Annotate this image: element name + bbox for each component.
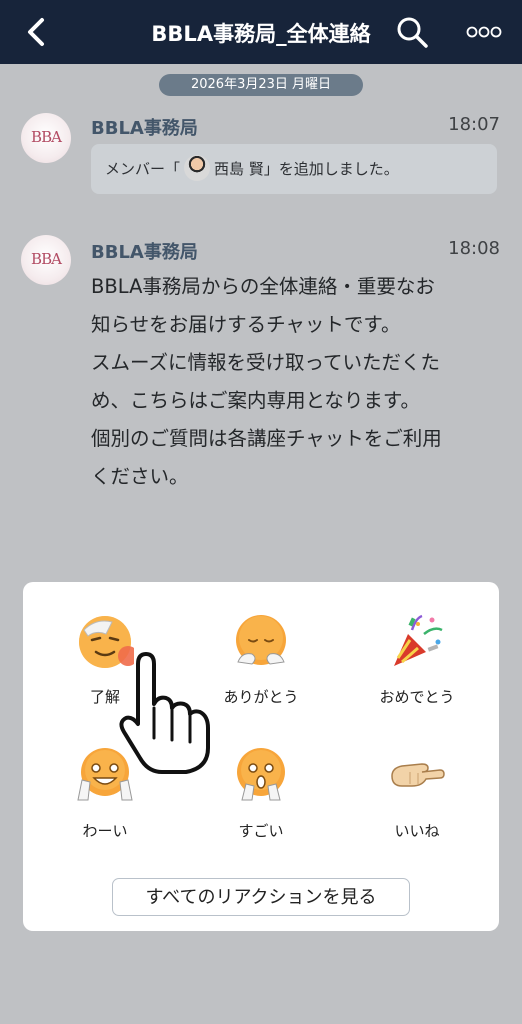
sender-avatar[interactable]: BBA: [21, 235, 71, 285]
reaction-label: いいね: [394, 822, 440, 840]
reaction-like[interactable]: いいね: [357, 746, 477, 866]
system-notice-suffix: 」を追加しました。: [263, 160, 399, 178]
amazed-emoji-icon: [237, 748, 285, 801]
member-name: 西島 賢: [214, 160, 264, 178]
reaction-label: おめでとう: [379, 688, 455, 706]
reaction-label: すごい: [238, 822, 284, 840]
member-avatar: [184, 154, 211, 181]
top-bar: BBLA事務局_全体連絡: [0, 0, 522, 64]
sender-name: BBLA事務局: [91, 242, 198, 263]
message-time: 18:07: [448, 114, 500, 135]
search-icon[interactable]: [394, 14, 430, 50]
thumbs-up-hand-icon: [391, 763, 445, 787]
reaction-panel: 了解 ありがとう おめでとう わーい すごい いいね すべてのリアクションを見る: [23, 582, 499, 931]
sender-avatar[interactable]: BBA: [21, 113, 71, 163]
system-notice: メンバー「 西島 賢」を追加しました。: [91, 144, 497, 194]
sender-name: BBLA事務局: [91, 118, 198, 139]
system-notice-prefix: メンバー「: [105, 160, 181, 178]
reaction-label: わーい: [82, 822, 128, 840]
more-horizontal-icon[interactable]: [464, 18, 504, 46]
message-time: 18:08: [448, 238, 500, 259]
reaction-congrats[interactable]: おめでとう: [357, 612, 477, 732]
chevron-left-icon[interactable]: [18, 14, 54, 50]
see-all-reactions-button[interactable]: すべてのリアクションを見る: [112, 878, 410, 916]
date-separator: 2026年3月23日 月曜日: [159, 74, 363, 96]
tap-hand-icon: [119, 652, 210, 774]
bowing-emoji-icon: [236, 615, 286, 665]
message-text[interactable]: BBLA事務局からの全体連絡・重要なお 知らせをお届けするチャットです。 スムー…: [91, 268, 501, 496]
party-popper-icon: [394, 614, 443, 666]
